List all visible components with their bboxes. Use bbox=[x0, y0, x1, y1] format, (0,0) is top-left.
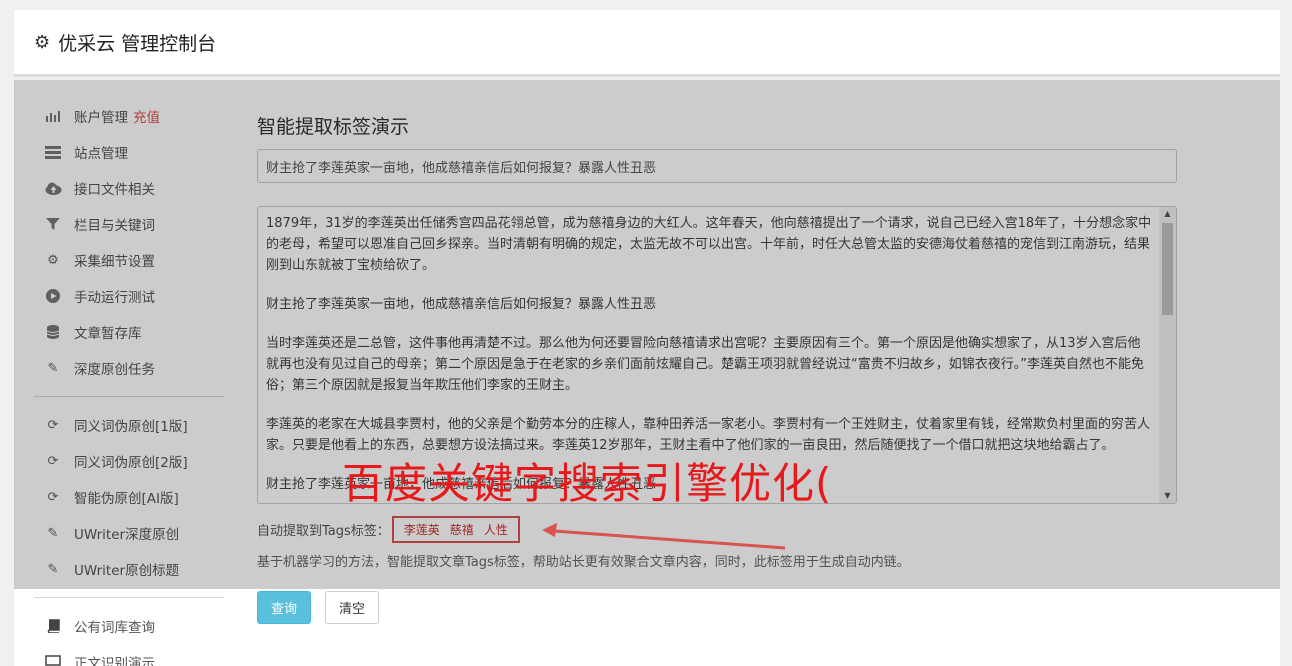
sidebar-item-label: 智能伪原创[AI版] bbox=[74, 491, 179, 507]
sidebar-item-label: 同义词伪原创[2版] bbox=[74, 455, 188, 471]
article-paragraph: 1879年，31岁的李莲英出任储秀宫四品花翎总管，成为慈禧身边的大红人。这年春天… bbox=[266, 216, 1152, 273]
cloud-upload-icon bbox=[44, 180, 62, 196]
monitor-icon bbox=[44, 654, 62, 666]
sidebar-item-sites[interactable]: 站点管理 bbox=[34, 134, 224, 170]
sidebar-item-label: UWriter深度原创 bbox=[74, 527, 180, 543]
sidebar-item-article-storage[interactable]: 文章暂存库 bbox=[34, 314, 224, 350]
article-scrollbar[interactable]: ▲ ▼ bbox=[1159, 207, 1176, 503]
sidebar-item-label: 正文识别演示 bbox=[74, 656, 155, 666]
tags-box: 李莲英 慈禧 人性 bbox=[391, 515, 520, 543]
scroll-thumb[interactable] bbox=[1162, 223, 1173, 315]
feature-description: 基于机器学习的方法，智能提取文章Tags标签，帮助站长更有效聚合文章内容，同时，… bbox=[257, 555, 910, 570]
sidebar-divider bbox=[34, 597, 224, 598]
app-title: 优采云 管理控制台 bbox=[58, 32, 217, 55]
page-title: 智能提取标签演示 bbox=[257, 116, 410, 138]
sidebar-item-label: 公有词库查询 bbox=[74, 620, 155, 636]
sidebar-item-deep-original-task[interactable]: ✎ 深度原创任务 bbox=[34, 350, 224, 386]
sidebar-item-uwriter-title[interactable]: ✎ UWriter原创标题 bbox=[34, 551, 224, 587]
title-input[interactable] bbox=[257, 149, 1177, 183]
tags-label: 自动提取到Tags标签： bbox=[257, 523, 390, 539]
sidebar-item-api-files[interactable]: 接口文件相关 bbox=[34, 170, 224, 206]
sidebar-item-label: 手动运行测试 bbox=[74, 290, 155, 306]
sidebar-item-label: 站点管理 bbox=[74, 146, 128, 162]
sidebar-item-uwriter-deep[interactable]: ✎ UWriter深度原创 bbox=[34, 515, 224, 551]
sidebar-item-public-dictionary[interactable]: 公有词库查询 bbox=[34, 608, 224, 644]
sidebar-item-synonym-v1[interactable]: ⟳ 同义词伪原创[1版] bbox=[34, 407, 224, 443]
watermark-text: 百度关键字搜索引擎优化( bbox=[342, 459, 833, 508]
refresh-icon: ⟳ bbox=[47, 453, 59, 469]
list-icon bbox=[44, 144, 62, 160]
scroll-up-arrow-icon[interactable]: ▲ bbox=[1159, 207, 1176, 221]
sidebar-divider bbox=[34, 396, 224, 397]
edit-icon: ✎ bbox=[47, 360, 59, 376]
sidebar-item-account[interactable]: 账户管理 充值 bbox=[34, 98, 224, 134]
scroll-down-arrow-icon[interactable]: ▼ bbox=[1159, 489, 1176, 503]
sidebar-item-label: 同义词伪原创[1版] bbox=[74, 419, 188, 435]
recharge-link[interactable]: 充值 bbox=[133, 106, 160, 126]
play-icon bbox=[44, 288, 62, 304]
annotation-arrow-icon bbox=[542, 523, 786, 550]
sidebar-item-label: UWriter原创标题 bbox=[74, 563, 180, 579]
sidebar-item-label: 栏目与关键词 bbox=[74, 218, 155, 234]
edit-icon: ✎ bbox=[47, 561, 59, 577]
gear-icon: ⚙ bbox=[34, 31, 51, 53]
sidebar-item-text-recognition[interactable]: 正文识别演示 bbox=[34, 644, 224, 666]
edit-icon: ✎ bbox=[47, 525, 59, 541]
query-button[interactable]: 查询 bbox=[257, 591, 311, 624]
tag-item[interactable]: 慈禧 bbox=[450, 521, 474, 538]
article-paragraph: 当时李莲英还是二总管，这件事他再清楚不过。那么他为何还要冒险向慈禧请求出宫呢？主… bbox=[266, 336, 1144, 393]
main-panel: 账户管理 充值 站点管理 接口文件相关 栏目与关键词 ⚙ 采集细节设置 手动运行… bbox=[14, 80, 1280, 666]
header: ⚙ 优采云 管理控制台 bbox=[14, 10, 1280, 77]
sidebar-item-ai-rewrite[interactable]: ⟳ 智能伪原创[AI版] bbox=[34, 479, 224, 515]
tag-item[interactable]: 人性 bbox=[484, 521, 508, 538]
sidebar-item-manual-run[interactable]: 手动运行测试 bbox=[34, 278, 224, 314]
tags-row: 自动提取到Tags标签： 李莲英 慈禧 人性 bbox=[257, 515, 520, 543]
database-icon bbox=[44, 324, 62, 340]
sidebar-item-label: 文章暂存库 bbox=[74, 326, 142, 342]
sidebar-item-collect-settings[interactable]: ⚙ 采集细节设置 bbox=[34, 242, 224, 278]
sidebar-item-label: 账户管理 bbox=[74, 110, 128, 126]
sidebar-item-label: 深度原创任务 bbox=[74, 362, 155, 378]
book-icon bbox=[44, 618, 62, 634]
sidebar-item-label: 采集细节设置 bbox=[74, 254, 155, 270]
refresh-icon: ⟳ bbox=[47, 489, 59, 505]
filter-icon bbox=[44, 216, 62, 232]
clear-button[interactable]: 清空 bbox=[325, 591, 379, 624]
bar-chart-icon bbox=[44, 108, 62, 124]
tag-item[interactable]: 李莲英 bbox=[404, 521, 440, 538]
article-paragraph: 财主抢了李莲英家一亩地，他成慈禧亲信后如何报复？暴露人性丑恶 bbox=[266, 297, 657, 312]
cogs-icon: ⚙ bbox=[47, 252, 59, 268]
sidebar-item-synonym-v2[interactable]: ⟳ 同义词伪原创[2版] bbox=[34, 443, 224, 479]
sidebar: 账户管理 充值 站点管理 接口文件相关 栏目与关键词 ⚙ 采集细节设置 手动运行… bbox=[34, 98, 224, 666]
refresh-icon: ⟳ bbox=[47, 417, 59, 433]
sidebar-item-columns-keywords[interactable]: 栏目与关键词 bbox=[34, 206, 224, 242]
sidebar-item-label: 接口文件相关 bbox=[74, 182, 155, 198]
